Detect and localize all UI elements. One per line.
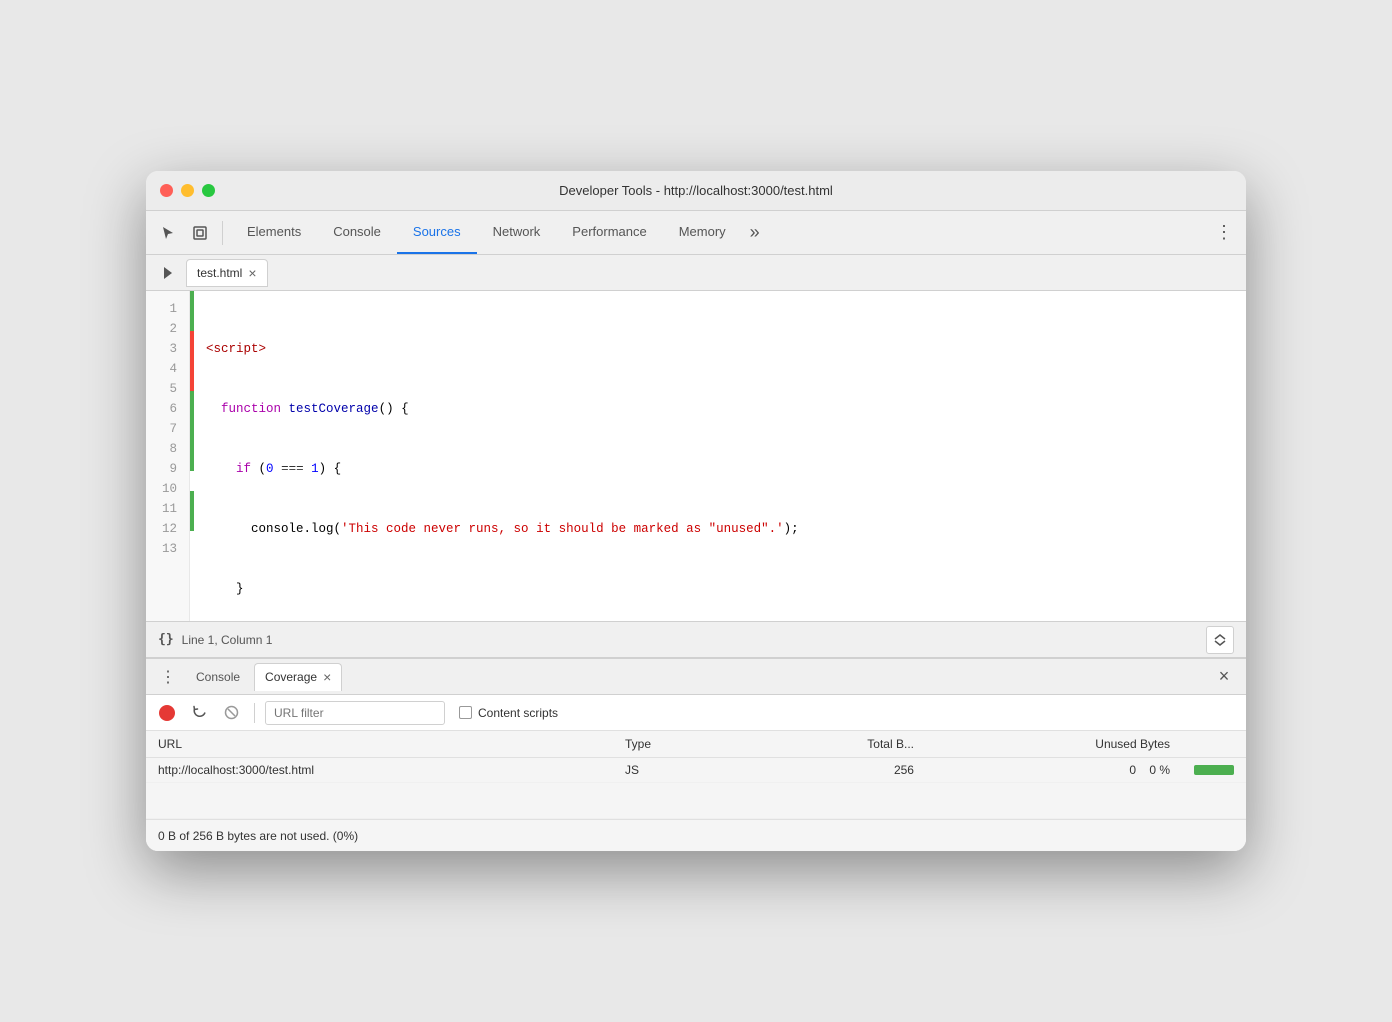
code-editor: 1 2 3 4 5 6 7 8 9 10 11 12 13 [146,291,1246,621]
bottom-panel-close[interactable]: × [1210,663,1238,691]
line-num-6: 6 [154,399,177,419]
minimize-button[interactable] [181,184,194,197]
code-line-3: if (0 === 1) { [206,459,1234,479]
code-line-4: console.log('This code never runs, so it… [206,519,1234,539]
line-num-10: 10 [154,479,177,499]
code-content[interactable]: <script> function testCoverage() { if (0… [194,291,1246,621]
coverage-footer: 0 B of 256 B bytes are not used. (0%) [146,819,1246,851]
traffic-lights [160,184,215,197]
tab-performance[interactable]: Performance [556,211,662,254]
editor-status-bar: {} Line 1, Column 1 [146,621,1246,657]
row-url: http://localhost:3000/test.html [146,758,613,783]
close-button[interactable] [160,184,173,197]
title-bar: Developer Tools - http://localhost:3000/… [146,171,1246,211]
format-icon[interactable]: {} [158,632,174,647]
coverage-toolbar: Content scripts [146,695,1246,731]
file-tab-close-button[interactable]: × [248,266,256,280]
bottom-panel-menu[interactable]: ⋮ [154,663,182,691]
row-type: JS [613,758,743,783]
cov-divider [254,703,255,723]
tab-sources[interactable]: Sources [397,211,477,254]
col-url: URL [146,731,613,758]
content-scripts-checkbox[interactable] [459,706,472,719]
empty-row-cell [146,783,1246,819]
file-navigator-icon[interactable] [154,259,182,287]
col-bar [1182,731,1246,758]
col-unused-bytes: Unused Bytes [926,731,1182,758]
table-row[interactable]: http://localhost:3000/test.html JS 256 0… [146,758,1246,783]
line-num-8: 8 [154,439,177,459]
main-tabs: Elements Console Sources Network Perform… [231,211,1206,254]
col-type: Type [613,731,743,758]
line-num-11: 11 [154,499,177,519]
toolbar-divider [222,221,223,245]
record-button[interactable] [154,700,180,726]
tab-memory[interactable]: Memory [663,211,742,254]
line-num-9: 9 [154,459,177,479]
bottom-tabs-bar: ⋮ Console Coverage × × [146,659,1246,695]
expand-button[interactable] [1206,626,1234,654]
line-num-2: 2 [154,319,177,339]
cursor-icon[interactable] [154,219,182,247]
line-num-7: 7 [154,419,177,439]
line-numbers: 1 2 3 4 5 6 7 8 9 10 11 12 13 [146,291,190,621]
line-num-1: 1 [154,299,177,319]
file-tab-test-html[interactable]: test.html × [186,259,268,287]
toolbar-end: ⋮ [1210,219,1238,247]
line-num-3: 3 [154,339,177,359]
cursor-position: Line 1, Column 1 [182,633,1198,647]
col-total-bytes: Total B... [743,731,926,758]
devtools-window: Developer Tools - http://localhost:3000/… [146,171,1246,851]
file-tab-name: test.html [197,266,242,280]
main-toolbar: Elements Console Sources Network Perform… [146,211,1246,255]
code-line-1: <script> [206,339,1234,359]
tab-console[interactable]: Console [317,211,397,254]
line-num-5: 5 [154,379,177,399]
row-total-bytes: 256 [743,758,926,783]
usage-bar [1194,765,1234,775]
coverage-tab-label: Coverage [265,670,317,684]
reload-button[interactable] [186,700,212,726]
bottom-panel: ⋮ Console Coverage × × [146,657,1246,851]
line-num-13: 13 [154,539,177,559]
usage-bar-fill [1194,765,1234,775]
content-scripts-toggle[interactable]: Content scripts [459,706,558,720]
code-line-5: } [206,579,1234,599]
empty-row [146,783,1246,819]
coverage-summary: 0 B of 256 B bytes are not used. (0%) [158,829,358,843]
record-icon [159,705,175,721]
devtools-menu-button[interactable]: ⋮ [1210,219,1238,247]
coverage-table: URL Type Total B... Unused Bytes http://… [146,731,1246,819]
tab-console-bottom[interactable]: Console [186,663,250,691]
tab-elements[interactable]: Elements [231,211,317,254]
code-line-2: function testCoverage() { [206,399,1234,419]
table-header-row: URL Type Total B... Unused Bytes [146,731,1246,758]
tab-network[interactable]: Network [477,211,557,254]
file-tabs-bar: test.html × [146,255,1246,291]
main-content: test.html × 1 2 3 4 5 6 7 8 9 10 11 12 1… [146,255,1246,657]
content-scripts-label: Content scripts [478,706,558,720]
line-num-4: 4 [154,359,177,379]
inspect-icon[interactable] [186,219,214,247]
line-num-12: 12 [154,519,177,539]
row-unused-bytes: 0 0 % [926,758,1182,783]
tab-coverage[interactable]: Coverage × [254,663,342,691]
window-title: Developer Tools - http://localhost:3000/… [559,183,833,198]
coverage-tab-close[interactable]: × [323,669,331,685]
maximize-button[interactable] [202,184,215,197]
url-filter-input[interactable] [265,701,445,725]
clear-button[interactable] [218,700,244,726]
row-bar-cell [1182,758,1246,783]
more-tabs-button[interactable]: » [742,211,768,254]
